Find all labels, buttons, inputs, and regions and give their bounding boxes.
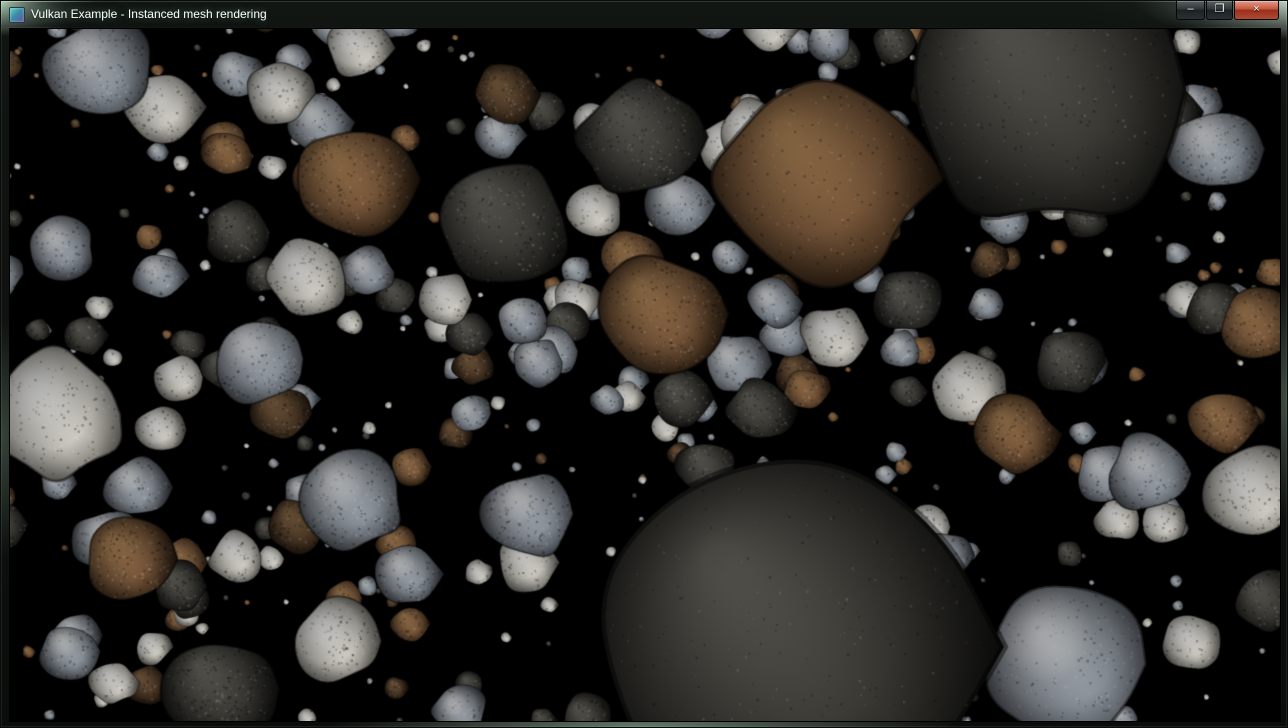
maximize-button[interactable]: ❐	[1206, 1, 1233, 20]
app-icon	[9, 7, 25, 23]
app-window: Vulkan Example - Instanced mesh renderin…	[0, 0, 1288, 728]
minimize-icon: –	[1187, 3, 1193, 15]
window-title: Vulkan Example - Instanced mesh renderin…	[31, 2, 267, 27]
maximize-icon: ❐	[1215, 3, 1225, 15]
title-bar[interactable]: Vulkan Example - Instanced mesh renderin…	[2, 2, 1286, 27]
vulkan-render-viewport[interactable]	[9, 28, 1281, 722]
minimize-button[interactable]: –	[1176, 1, 1205, 20]
close-button[interactable]: ×	[1234, 1, 1279, 20]
window-controls: – ❐ ×	[1175, 1, 1279, 20]
close-icon: ×	[1253, 3, 1259, 15]
